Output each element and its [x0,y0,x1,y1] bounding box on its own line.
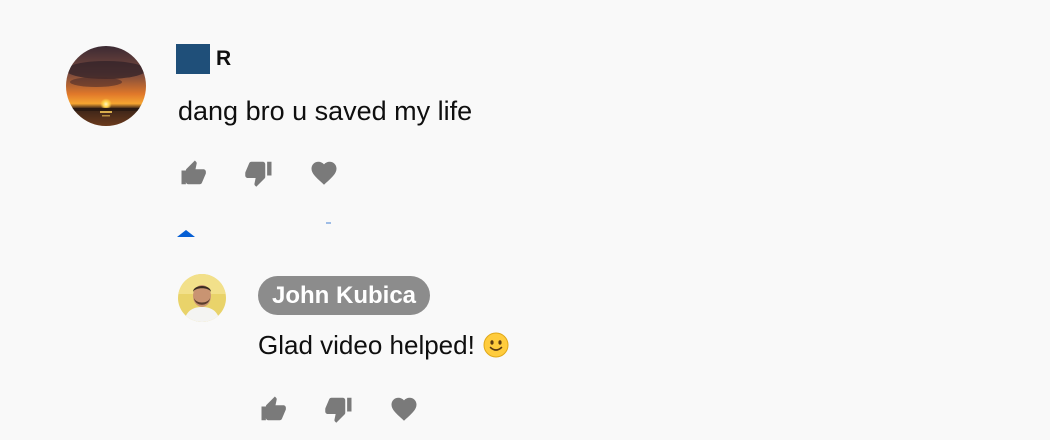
caret-up-icon [177,230,195,237]
commenter-avatar[interactable] [66,46,146,126]
thumbs-down-icon [245,161,272,187]
like-button[interactable] [178,158,210,188]
author-initial: R [216,47,232,70]
smiling-face-emoji-icon [483,332,509,358]
comment-text: dang bro u saved my life [178,96,473,126]
comment-author[interactable]: R [176,43,231,75]
reply-heart-button[interactable] [388,394,420,424]
reply-like-button[interactable] [258,394,290,424]
reply-text: Glad video helped! [258,330,475,360]
person-avatar-image [178,274,226,322]
heart-button[interactable] [308,158,340,188]
reply-text-row: Glad video helped! [258,328,509,362]
hide-replies-toggle[interactable] [176,226,196,238]
heart-icon [311,161,337,185]
sunset-avatar-image [66,46,146,126]
reply-actions [258,394,453,424]
reply-dislike-button[interactable] [323,394,355,424]
thumbs-up-icon [261,396,286,421]
redacted-name [176,44,210,74]
heart-icon [391,397,417,421]
reply-author-avatar[interactable] [178,274,226,322]
comments-section: R dang bro u saved my life John Kubica G… [0,0,1050,440]
reply-author-name[interactable]: John Kubica [258,276,431,315]
thumbs-down-icon [325,397,352,423]
dislike-button[interactable] [243,158,275,188]
comment-actions [178,158,373,188]
thumbs-up-icon [181,160,206,185]
toggle-label-remnant [326,222,331,224]
